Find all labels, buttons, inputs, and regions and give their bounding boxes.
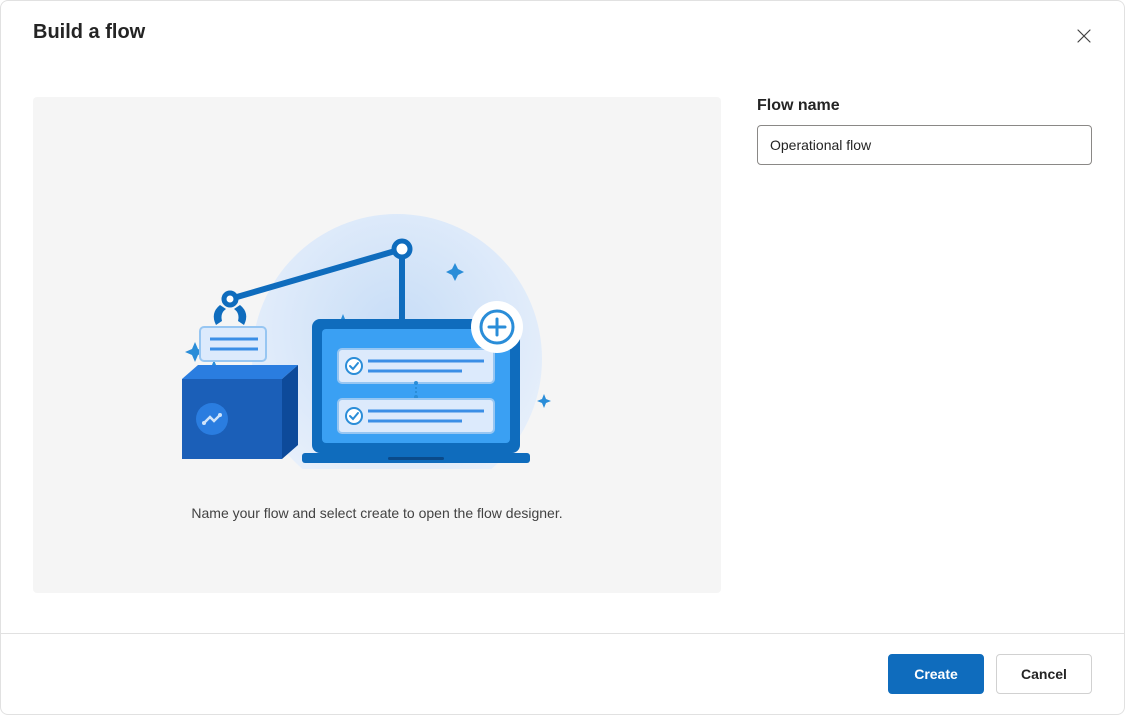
form-panel: Flow name [757,97,1092,633]
dialog-title: Build a flow [33,21,145,44]
flow-name-label: Flow name [757,97,1092,115]
close-icon [1077,29,1091,46]
create-button[interactable]: Create [888,654,984,694]
cancel-button[interactable]: Cancel [996,654,1092,694]
illustration-caption: Name your flow and select create to open… [191,505,562,521]
dialog-header: Build a flow [1,1,1124,61]
build-flow-dialog: Build a flow [0,0,1125,715]
illustration-panel: Name your flow and select create to open… [33,97,721,593]
flow-name-input[interactable] [757,125,1092,165]
dialog-footer: Create Cancel [1,633,1124,714]
flow-illustration [162,209,592,469]
close-button[interactable] [1068,21,1100,53]
dialog-content: Name your flow and select create to open… [1,97,1124,633]
